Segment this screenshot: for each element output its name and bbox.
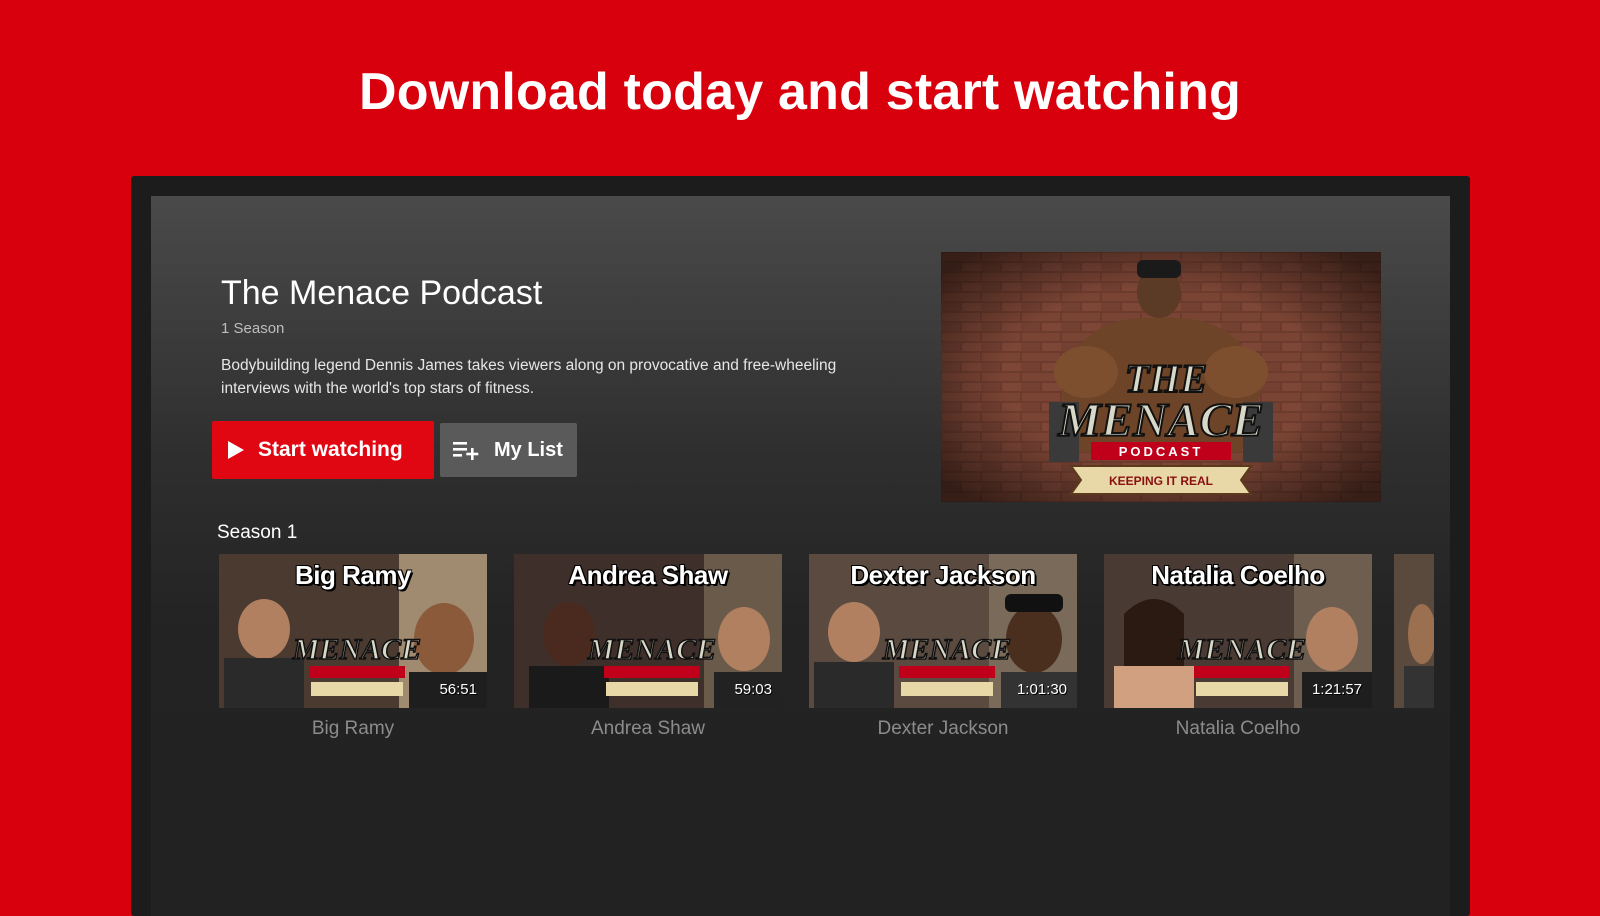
episode-thumbnail-title: Big Ramy [295,560,411,590]
my-list-label: My List [494,438,563,461]
episode-thumbnail-title: Andrea Shaw [568,560,728,590]
episode-card[interactable]: MENACE Dexter Jackson 1:01:30 Dexter Jac… [809,554,1077,740]
playlist-add-icon [453,442,479,460]
hero-logo-podcast: PODCAST [1119,444,1204,459]
episode-name: Andrea Shaw [590,718,706,739]
episode-name: Big Ramy [311,718,395,739]
banner-headline: Download today and start watching [359,63,1241,121]
episode-thumbnail[interactable]: MENACE Andrea Shaw 59:03 [514,554,782,708]
episode-thumbnail[interactable]: MENACE Dexter Jackson 1:01:30 [809,554,1077,708]
svg-text:MENACE: MENACE [587,633,716,666]
show-season-count: 1 Season [221,320,285,337]
episode-thumbnail[interactable]: MENACE Natalia Coelho 1:21:57 [1104,554,1372,708]
episode-duration: 1:21:57 [1311,681,1362,698]
episode-thumbnail-title: Natalia Coelho [1151,560,1325,590]
play-icon [228,441,244,459]
my-list-button[interactable]: My List [440,423,577,477]
hero-logo-menace: MENACE [1057,394,1263,447]
hero-artwork: THE MENACE PODCAST KEEPING IT REAL [941,252,1381,502]
episode-card-peek[interactable] [1394,554,1434,708]
episode-duration: 1:01:30 [1016,681,1067,698]
start-watching-button[interactable]: Start watching [212,421,434,479]
tv-frame: The Menace Podcast 1 Season Bodybuilding… [131,176,1470,916]
episode-duration: 59:03 [734,681,772,698]
episode-thumbnail[interactable]: MENACE Big Ramy 56:51 [219,554,487,708]
episode-card[interactable]: MENACE Big Ramy 56:51 Big Ramy [219,554,487,740]
tv-screen: The Menace Podcast 1 Season Bodybuilding… [151,196,1450,916]
svg-text:MENACE: MENACE [882,633,1011,666]
svg-text:MENACE: MENACE [292,633,421,666]
episode-duration: 56:51 [439,681,477,698]
svg-text:MENACE: MENACE [1177,633,1306,666]
show-description: Bodybuilding legend Dennis James takes v… [221,357,837,397]
hero-logo-ribbon: KEEPING IT REAL [1109,474,1213,488]
season-label: Season 1 [217,522,298,543]
episode-card[interactable]: MENACE Natalia Coelho 1:21:57 Natalia Co… [1104,554,1372,740]
episode-name: Natalia Coelho [1175,718,1301,739]
hero-artwork-image: THE MENACE PODCAST KEEPING IT REAL [941,252,1381,502]
start-watching-label: Start watching [258,438,403,461]
episode-thumbnail-title: Dexter Jackson [850,560,1036,590]
episode-name: Dexter Jackson [877,718,1009,739]
show-title: The Menace Podcast [221,274,543,312]
episode-card[interactable]: MENACE Andrea Shaw 59:03 Andrea Shaw [514,554,782,740]
